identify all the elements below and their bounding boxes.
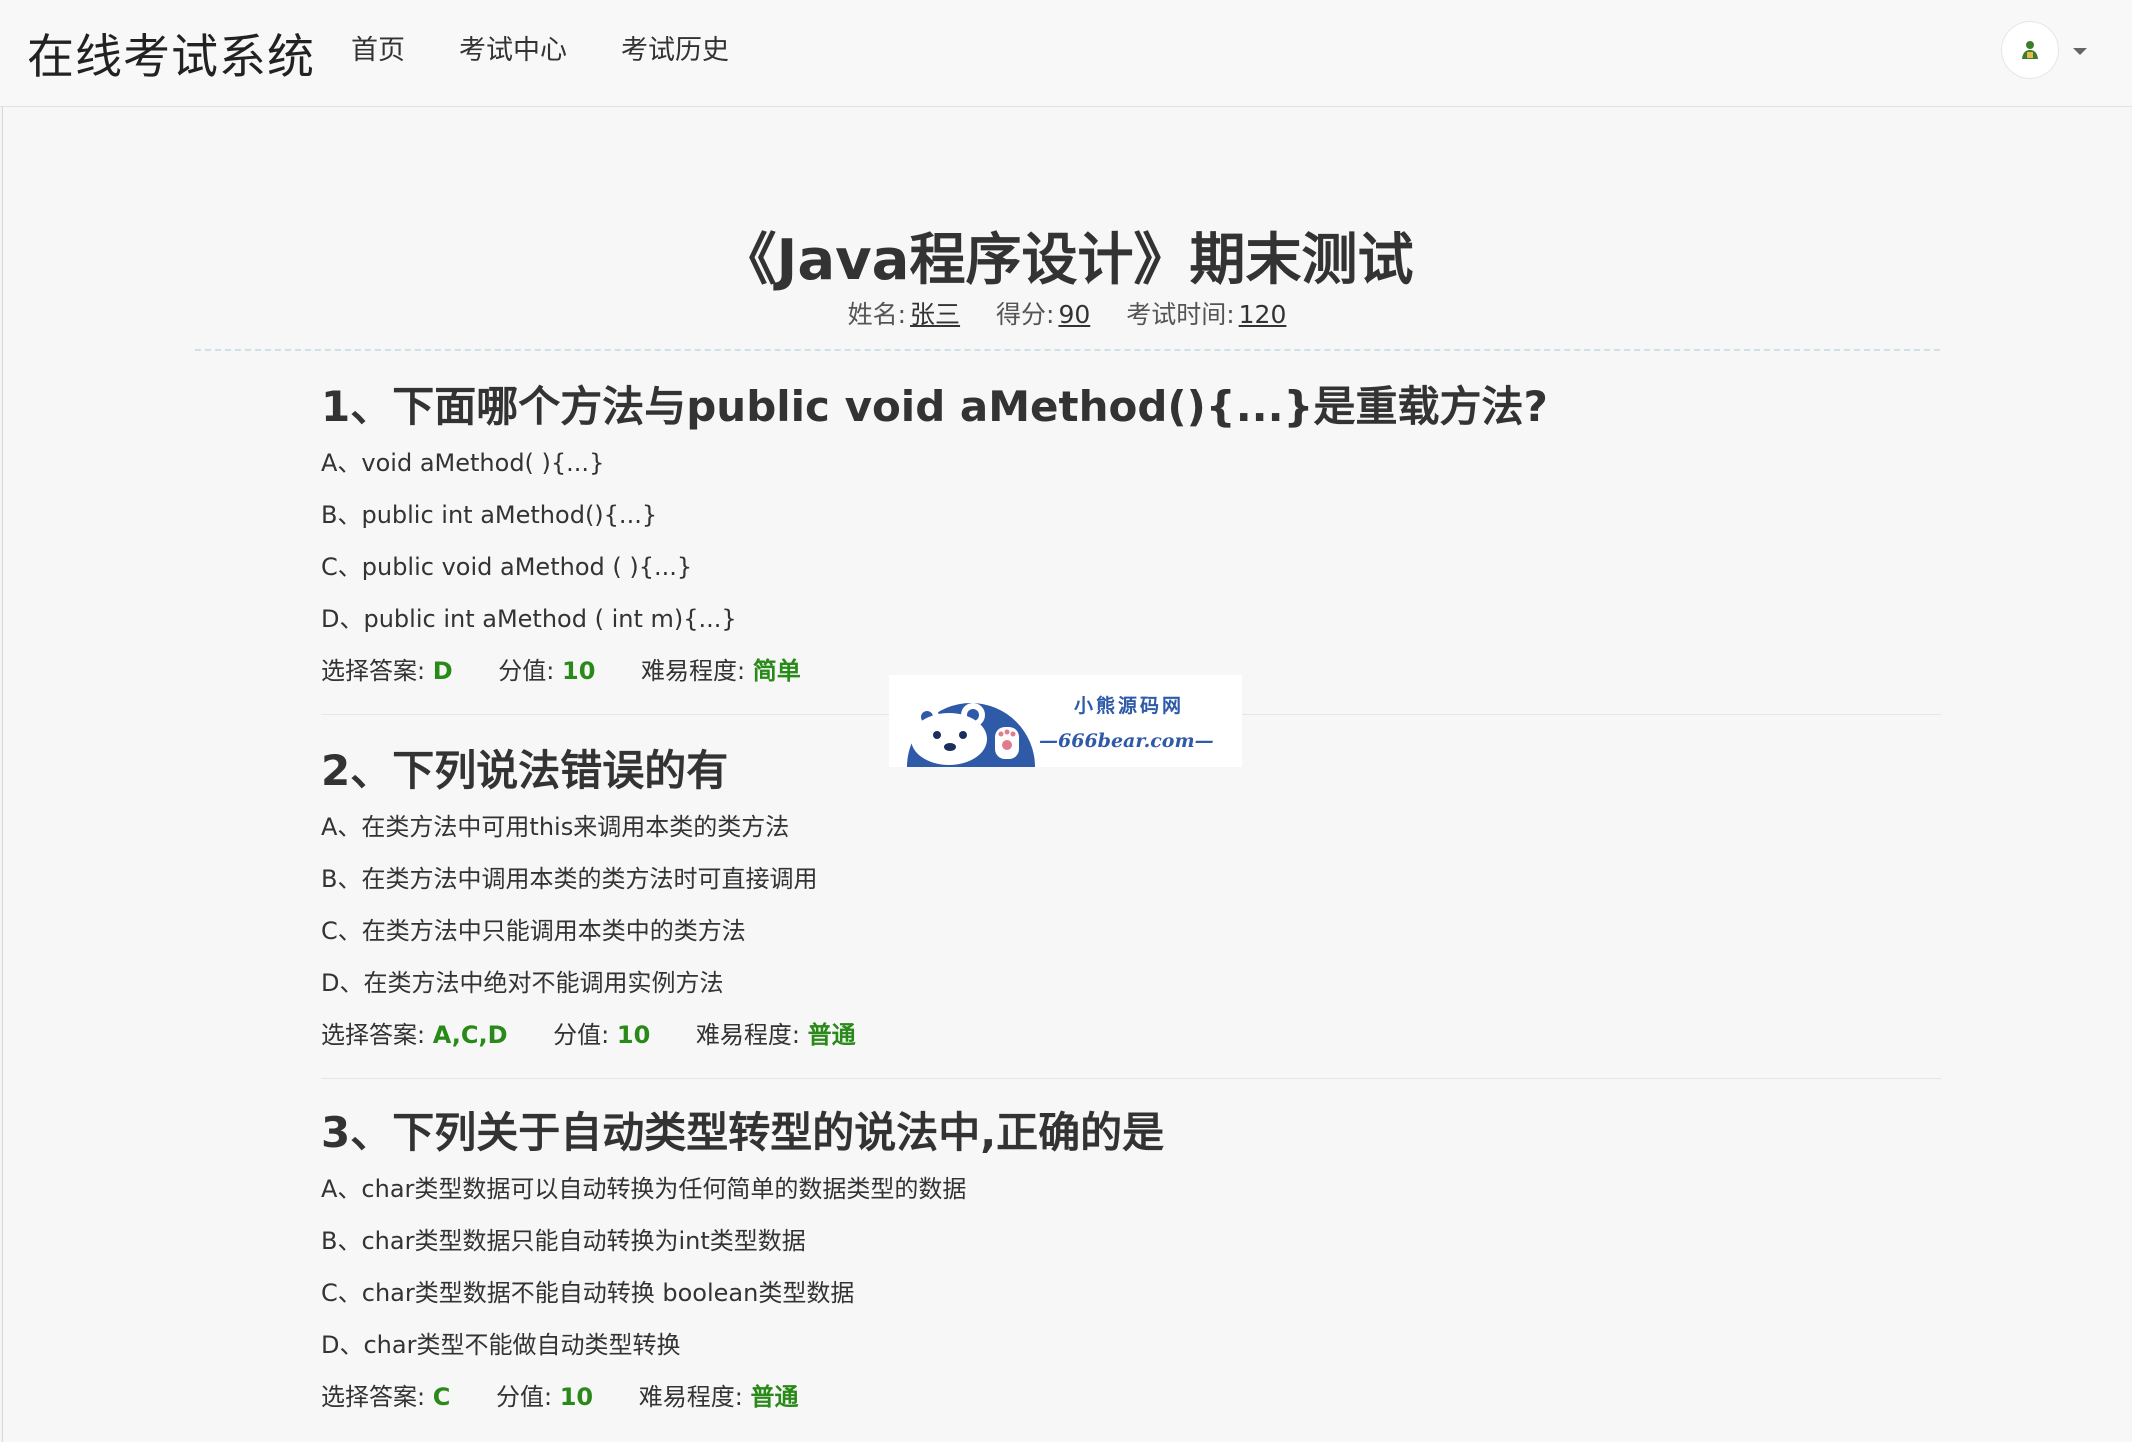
question-option: D、public int aMethod ( int m){...} (321, 605, 737, 633)
time-label: 考试时间: (1126, 300, 1235, 329)
nav-exam-center[interactable]: 考试中心 (459, 28, 567, 67)
points-value: 10 (616, 1021, 651, 1049)
question-option: B、在类方法中调用本类的类方法时可直接调用 (321, 865, 818, 893)
question-divider (321, 1078, 1941, 1079)
score-label: 得分: (996, 300, 1055, 329)
watermark-title: 小熊源码网 (1074, 695, 1185, 717)
points-value: 10 (559, 1383, 594, 1411)
question-option: A、void aMethod( ){...} (321, 449, 605, 477)
question-title: 3、下列关于自动类型转型的说法中,正确的是 (321, 1108, 1165, 1157)
caret-down-icon[interactable] (2073, 48, 2087, 55)
answer-value: C (432, 1383, 451, 1411)
question-option: D、在类方法中绝对不能调用实例方法 (321, 969, 724, 997)
question-2: 2、下列说法错误的有 A、在类方法中可用this来调用本类的类方法 B、在类方法… (321, 741, 1941, 1061)
points-label: 分值: (498, 657, 562, 685)
question-option: C、char类型数据不能自动转换 boolean类型数据 (321, 1279, 855, 1307)
question-option: C、public void aMethod ( ){...} (321, 553, 693, 581)
difficulty-value: 简单 (752, 657, 801, 685)
user-avatar-icon[interactable] (2002, 22, 2058, 78)
name-value: 张三 (910, 300, 961, 329)
user-menu[interactable] (2002, 22, 2092, 82)
question-option: D、char类型不能做自动类型转换 (321, 1331, 681, 1359)
nav-exam-history[interactable]: 考试历史 (621, 28, 729, 67)
question-option: B、char类型数据只能自动转换为int类型数据 (321, 1227, 806, 1255)
difficulty-value: 普通 (750, 1383, 799, 1411)
watermark-url: —666bear.com— (1039, 730, 1214, 752)
question-option: B、public int aMethod(){...} (321, 501, 658, 529)
header-divider (195, 349, 1940, 351)
answer-value: A,C,D (432, 1021, 508, 1049)
answer-label: 选择答案: (321, 1021, 433, 1049)
question-footer: 选择答案: C 分值: 10 难易程度: 普通 (321, 1371, 1941, 1423)
question-option: A、在类方法中可用this来调用本类的类方法 (321, 813, 790, 841)
watermark: 小熊源码网 —666bear.com— (889, 675, 1242, 767)
time-value: 120 (1238, 300, 1287, 329)
score-value: 90 (1058, 300, 1091, 329)
question-title: 1、下面哪个方法与public void aMethod(){...}是重载方法… (321, 382, 1548, 431)
top-navbar: 在线考试系统 首页 考试中心 考试历史 (0, 0, 2132, 107)
question-footer: 选择答案: A,C,D 分值: 10 难易程度: 普通 (321, 1009, 1941, 1061)
nav-home[interactable]: 首页 (351, 28, 405, 67)
exam-meta: 姓名: 张三 得分: 90 考试时间: 120 (3, 295, 2131, 331)
points-label: 分值: (495, 1383, 560, 1411)
question-1: 1、下面哪个方法与public void aMethod(){...}是重载方法… (321, 377, 1941, 697)
question-3: 3、下列关于自动类型转型的说法中,正确的是 A、char类型数据可以自动转换为任… (321, 1103, 1941, 1423)
difficulty-label: 难易程度: (695, 1021, 808, 1049)
difficulty-label: 难易程度: (641, 657, 753, 685)
answer-label: 选择答案: (321, 657, 433, 685)
points-label: 分值: (553, 1021, 617, 1049)
bear-logo-icon (907, 703, 1035, 767)
question-option: A、char类型数据可以自动转换为任何简单的数据类型的数据 (321, 1175, 967, 1203)
answer-label: 选择答案: (321, 1383, 433, 1411)
exam-title: 《Java程序设计》期末测试 (720, 228, 1414, 293)
question-option: C、在类方法中只能调用本类中的类方法 (321, 917, 746, 945)
difficulty-label: 难易程度: (638, 1383, 751, 1411)
app-brand[interactable]: 在线考试系统 (27, 18, 315, 87)
main-panel: 《Java程序设计》期末测试 姓名: 张三 得分: 90 考试时间: 120 1、下面… (2, 107, 2131, 1442)
difficulty-value: 普通 (807, 1021, 856, 1049)
name-label: 姓名: (847, 300, 907, 329)
answer-value: D (432, 657, 453, 685)
points-value: 10 (562, 657, 596, 685)
